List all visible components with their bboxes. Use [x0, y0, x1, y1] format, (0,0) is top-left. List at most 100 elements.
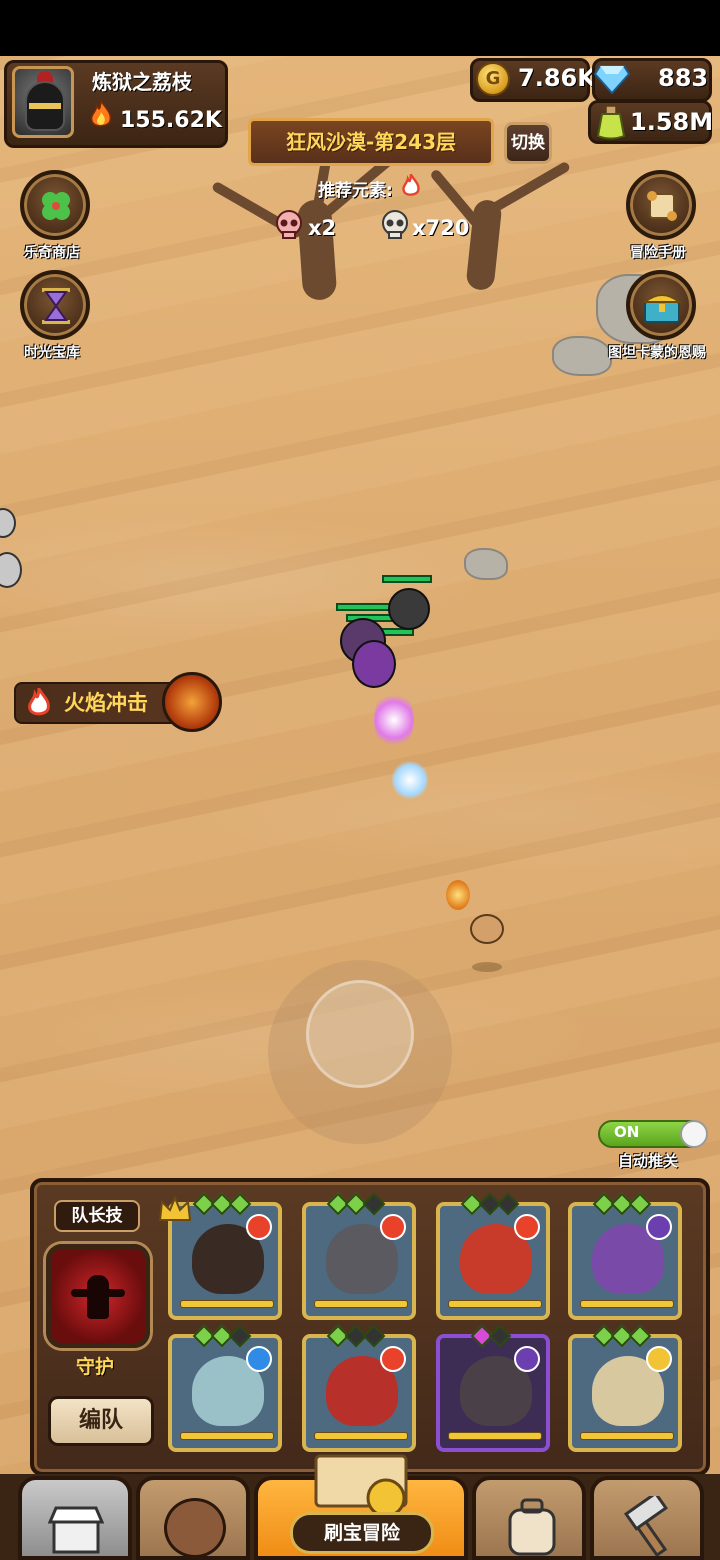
lucky-shop-label: 乐奇商店	[24, 245, 80, 261]
joystick-knob[interactable]	[306, 980, 414, 1088]
combat-power: 155.62K	[120, 108, 222, 133]
lucky-shop-button[interactable]	[20, 170, 90, 240]
hero-stars	[192, 1192, 252, 1216]
normal-enemy-count: x720	[412, 216, 470, 240]
dark-element-badge	[514, 1346, 540, 1372]
star-icon	[228, 1324, 252, 1348]
hourglass-icon	[42, 288, 70, 324]
scroll-icon	[647, 191, 677, 221]
nav-tab-heroes[interactable]	[136, 1476, 250, 1560]
hero-card[interactable]	[302, 1202, 416, 1320]
bird-enemy	[470, 914, 504, 944]
enemy-shadow	[472, 962, 502, 972]
light-element-badge	[646, 1346, 672, 1372]
crown-icon	[158, 1196, 192, 1221]
treasure-chest-icon	[642, 294, 682, 323]
hero-level-bar	[448, 1432, 542, 1440]
hero-level-bar	[448, 1300, 542, 1308]
hero-card[interactable]	[436, 1334, 550, 1452]
hero-stars	[592, 1192, 652, 1216]
fire-element-badge	[514, 1214, 540, 1240]
hero-stars	[460, 1192, 520, 1216]
hero-stars	[192, 1324, 252, 1348]
leader-skill-tag: 队长技	[54, 1200, 140, 1232]
toggle-state: ON	[614, 1123, 640, 1141]
hero-stars	[326, 1324, 386, 1348]
nav-active-label: 刷宝冒险	[290, 1512, 434, 1554]
star-icon	[362, 1324, 386, 1348]
hero-card[interactable]	[568, 1334, 682, 1452]
status-bar	[0, 0, 720, 56]
normal-skull-icon	[382, 210, 408, 239]
hero-level-bar	[180, 1432, 274, 1440]
fire-element-badge	[246, 1214, 272, 1240]
hero-unit	[352, 640, 396, 688]
hero-level-bar	[180, 1300, 274, 1308]
tutankhamun-gift-label: 图坦卡蒙的恩赐	[608, 345, 706, 361]
figure-arms	[71, 1289, 125, 1297]
visor	[29, 103, 61, 109]
hero-card[interactable]	[436, 1202, 550, 1320]
nav-tab-bag[interactable]	[472, 1476, 586, 1560]
shop-icon	[48, 1506, 104, 1554]
fire-element-badge	[380, 1214, 406, 1240]
nav-tab-forge[interactable]	[590, 1476, 704, 1560]
toggle-knob[interactable]	[680, 1120, 708, 1148]
hero-level-bar	[580, 1300, 674, 1308]
rock	[552, 336, 612, 376]
hero-stars	[592, 1324, 652, 1348]
hero-stars	[470, 1324, 512, 1348]
treasure-map-icon	[314, 1454, 408, 1518]
skeleton-pirate-enemy	[388, 588, 430, 630]
clover-icon	[42, 192, 70, 220]
tutankhamun-gift-button[interactable]	[626, 270, 696, 340]
fire-skill-icon	[162, 672, 222, 732]
auto-advance-label: 自动推关	[618, 1152, 679, 1170]
backpack-icon	[508, 1498, 556, 1556]
gold-coin-icon: G	[476, 62, 510, 96]
gem-icon	[594, 65, 630, 94]
fire-element-icon	[402, 174, 420, 196]
hero-level-bar	[314, 1432, 408, 1440]
hero-level-bar	[580, 1432, 674, 1440]
gold-amount: 7.86K	[518, 64, 596, 92]
hammer-icon	[624, 1496, 668, 1556]
hero-avatar-icon	[164, 1498, 226, 1558]
star-icon	[228, 1192, 252, 1216]
magic-projectile	[374, 690, 414, 750]
star-icon	[496, 1192, 520, 1216]
adventure-manual-button[interactable]	[626, 170, 696, 240]
potion-icon	[596, 105, 626, 140]
stage-title: 狂风沙漠-第243层	[248, 118, 494, 166]
gem-amount: 883	[658, 64, 709, 92]
star-icon	[628, 1324, 652, 1348]
hero-card[interactable]	[302, 1334, 416, 1452]
flame-icon	[90, 100, 112, 127]
switch-stage-button[interactable]: 切换	[504, 122, 552, 164]
star-icon	[362, 1192, 386, 1216]
player-avatar[interactable]	[12, 66, 74, 138]
time-vault-button[interactable]	[20, 270, 90, 340]
figure-icon	[87, 1275, 109, 1319]
player-name: 炼狱之荔枝	[92, 70, 192, 94]
leader-skill-icon[interactable]	[46, 1244, 150, 1348]
time-vault-label: 时光宝库	[24, 345, 80, 361]
hero-level-bar	[314, 1300, 408, 1308]
adventure-manual-label: 冒险手册	[630, 245, 686, 261]
hero-card[interactable]	[568, 1202, 682, 1320]
elite-skull-icon	[276, 210, 302, 239]
nav-tab-shop[interactable]	[18, 1476, 132, 1560]
dark-element-badge	[646, 1214, 672, 1240]
elite-enemy-count: x2	[308, 216, 337, 240]
recommended-element-label: 推荐元素:	[318, 181, 393, 201]
rock	[464, 548, 508, 580]
hero-card[interactable]	[168, 1334, 282, 1452]
star-icon	[628, 1192, 652, 1216]
water-element-badge	[246, 1346, 272, 1372]
fire-element-badge	[380, 1346, 406, 1372]
edit-team-button[interactable]: 编队	[48, 1396, 154, 1446]
enemy-health-bar	[382, 575, 432, 583]
potion-amount: 1.58M	[630, 108, 714, 136]
magic-projectile	[392, 760, 428, 800]
fire-element-icon	[28, 688, 50, 716]
